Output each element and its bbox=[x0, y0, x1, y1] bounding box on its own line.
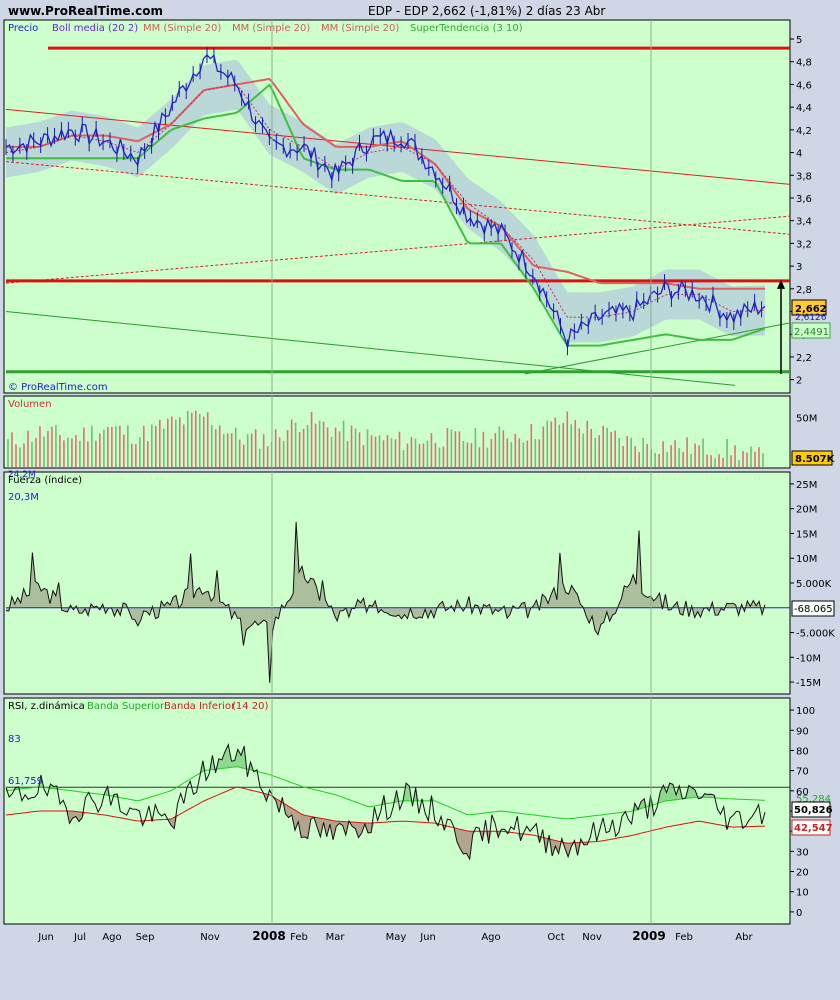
y-tick-label: 3,6 bbox=[796, 194, 812, 205]
rsi-params: (14 20) bbox=[232, 701, 269, 712]
x-tick-label: Abr bbox=[735, 932, 753, 943]
legend-item: MM (Simple 20) bbox=[321, 23, 399, 34]
y-tick-label: 70 bbox=[796, 767, 809, 778]
y-tick-label: 3 bbox=[796, 262, 802, 273]
legend-item: Precio bbox=[8, 23, 38, 34]
y-tick-label: 2,8 bbox=[796, 285, 812, 296]
y-tick-label: -5.000K bbox=[796, 629, 835, 640]
y-tick-label: 4,8 bbox=[796, 58, 812, 69]
x-tick-label: Nov bbox=[200, 932, 220, 943]
x-tick-label: 2009 bbox=[632, 929, 665, 943]
x-tick-label: Feb bbox=[675, 932, 693, 943]
y-tick-label: 10M bbox=[796, 554, 817, 565]
x-tick-label: May bbox=[386, 932, 407, 943]
site-label: www.ProRealTime.com bbox=[8, 4, 163, 18]
x-tick-label: Oct bbox=[547, 932, 564, 943]
force-panel[interactable] bbox=[3, 471, 791, 695]
force-title: Fuerza (índice) bbox=[8, 474, 82, 486]
chart-canvas: www.ProRealTime.com EDP - EDP 2,662 (-1,… bbox=[3, 4, 836, 943]
y-tick-label: 5.000K bbox=[796, 579, 832, 590]
x-tick-label: Mar bbox=[326, 932, 346, 943]
y-tick-label: 30 bbox=[796, 847, 809, 858]
y-tick-label: -10M bbox=[796, 653, 821, 664]
price-panel[interactable] bbox=[3, 19, 791, 394]
rsi-upper-label: Banda Superior bbox=[87, 701, 165, 712]
x-tick-label: Ago bbox=[102, 932, 121, 943]
y-tick-label: 20M bbox=[796, 505, 817, 516]
volume-value: 8.507K bbox=[795, 454, 836, 465]
chart-title: EDP - EDP 2,662 (-1,81%) 2 días 23 Abr bbox=[368, 4, 605, 18]
force-value: -68.065 bbox=[794, 604, 833, 615]
y-tick-label: 100 bbox=[796, 706, 815, 717]
rsi-top-label: 83 bbox=[8, 734, 21, 745]
x-tick-label: Jun bbox=[419, 932, 436, 943]
y-tick-label: 2 bbox=[796, 376, 802, 387]
y-tick-label: 4,4 bbox=[796, 103, 812, 114]
volume-title: Volumen bbox=[8, 399, 52, 410]
legend-item: MM (Simple 20) bbox=[232, 23, 310, 34]
y-tick-label: -15M bbox=[796, 678, 821, 689]
legend-item: MM (Simple 20) bbox=[143, 23, 221, 34]
y-tick-label: 10 bbox=[796, 888, 809, 899]
rsi-lower-label: Banda Inferior bbox=[164, 701, 236, 712]
x-tick-label: Jul bbox=[73, 932, 86, 943]
y-tick-label: 4 bbox=[796, 149, 802, 160]
y-tick-label: 4,6 bbox=[796, 80, 812, 91]
x-tick-label: Ago bbox=[481, 932, 500, 943]
y-tick-label: 3,2 bbox=[796, 239, 812, 250]
y-tick-label: 4,2 bbox=[796, 126, 812, 137]
rsi-mid-label: 61,759 bbox=[8, 776, 43, 787]
y-tick-label: 80 bbox=[796, 746, 809, 757]
y-tick-label: 3,8 bbox=[796, 171, 812, 182]
y-tick-label: 20 bbox=[796, 868, 809, 879]
watermark: © ProRealTime.com bbox=[8, 382, 108, 393]
rsi-panel[interactable] bbox=[3, 697, 791, 925]
y-tick-label: 2,2 bbox=[796, 353, 812, 364]
x-tick-label: Sep bbox=[136, 932, 155, 943]
y-tick-label: 90 bbox=[796, 726, 809, 737]
x-tick-label: Jun bbox=[37, 932, 54, 943]
legend-item: SuperTendencia (3 10) bbox=[410, 23, 523, 34]
y-tick-label: 50M bbox=[796, 414, 817, 425]
rsi-value: 50,826 bbox=[794, 805, 833, 816]
rsi-lower-value: 42,547 bbox=[794, 823, 833, 834]
rsi-title: RSI, z.dinámica bbox=[8, 700, 85, 712]
y-tick-label: 3,4 bbox=[796, 217, 812, 228]
boll-value: 2,6126 bbox=[795, 313, 827, 323]
x-tick-label: 2008 bbox=[252, 929, 285, 943]
x-tick-label: Feb bbox=[290, 932, 308, 943]
y-tick-label: 15M bbox=[796, 529, 817, 540]
x-tick-label: Nov bbox=[582, 932, 602, 943]
y-tick-label: 5 bbox=[796, 35, 802, 46]
volume-panel[interactable] bbox=[3, 395, 791, 469]
y-tick-label: 25M bbox=[796, 480, 817, 491]
y-tick-label: 0 bbox=[796, 908, 802, 919]
legend-item: Boll media (20 2) bbox=[52, 23, 138, 34]
force-top-label: 20,3M bbox=[8, 492, 39, 503]
supertrend-value: 2,4491 bbox=[794, 327, 829, 338]
price-legend: Precio Boll media (20 2) MM (Simple 20) … bbox=[8, 23, 523, 34]
